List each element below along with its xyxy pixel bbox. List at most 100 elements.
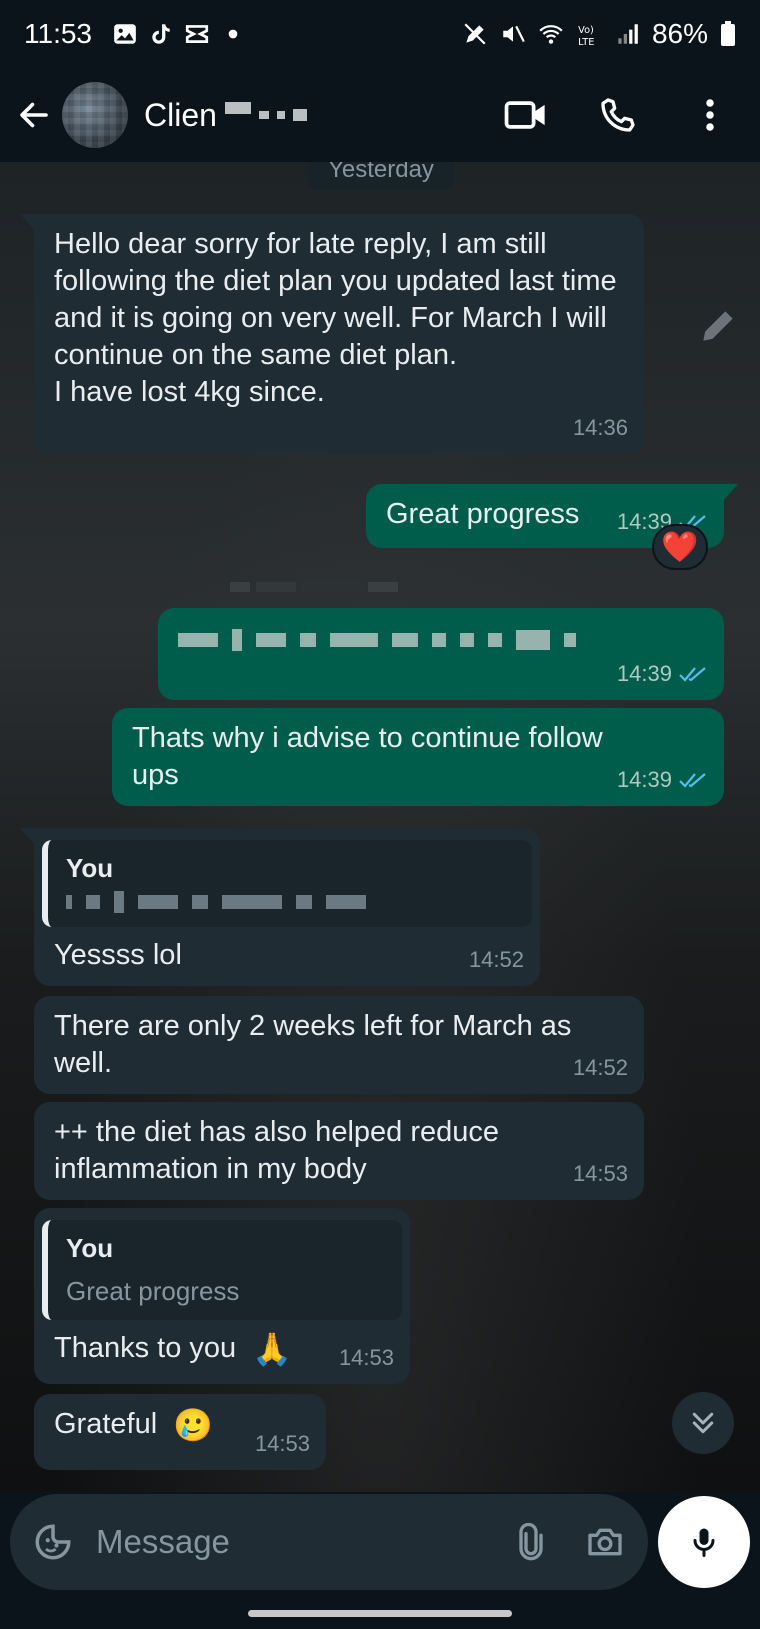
message-text: Thanks to you: [54, 1332, 237, 1364]
message-bubble-incoming[interactable]: You Yessss lol 14:52: [20, 828, 540, 986]
no-edit-icon: [464, 23, 486, 45]
redacted-block: [256, 633, 286, 647]
tiktok-icon: [152, 24, 170, 44]
redacted-text: [178, 620, 704, 660]
camera-button[interactable]: [582, 1519, 628, 1565]
svg-text:Vo): Vo): [578, 25, 594, 36]
chat-area[interactable]: Yesterday Hello dear sorry for late repl…: [0, 162, 760, 1492]
message-bubble-incoming[interactable]: Hello dear sorry for late reply, I am st…: [20, 214, 644, 454]
reaction-heart[interactable]: ❤️: [652, 524, 708, 570]
message-text: ++ the diet has also helped reduce infla…: [54, 1116, 499, 1185]
paperclip-icon: [519, 1522, 543, 1561]
redacted-name-block: [258, 111, 269, 119]
contact-name: Clien: [144, 96, 217, 133]
message-time: 14:39: [616, 661, 672, 686]
redacted-block: [564, 633, 576, 647]
double-check-icon: [679, 666, 706, 682]
quote-text: Great progress: [66, 1276, 240, 1306]
more-vertical-icon: [706, 99, 714, 131]
message-meta: 14:39: [617, 761, 708, 798]
redacted-block: [326, 895, 366, 909]
folded-hands-icon: 🙏: [252, 1330, 293, 1367]
pencil-icon: [703, 311, 733, 341]
battery-icon: [721, 21, 735, 46]
redacted-block: [300, 633, 316, 647]
redacted-block: [192, 895, 208, 909]
voice-call-button[interactable]: [596, 93, 640, 137]
home-gesture-pill[interactable]: [248, 1610, 512, 1617]
redacted-block: [302, 582, 362, 592]
emoji-button[interactable]: [30, 1519, 76, 1565]
redacted-block: [516, 630, 550, 650]
double-check-icon: [679, 772, 706, 788]
svg-text:LTE: LTE: [578, 37, 594, 47]
redacted-block: [138, 895, 178, 909]
redacted-block: [460, 633, 474, 647]
camera-icon: [588, 1528, 622, 1556]
message-meta: 14:39: [617, 655, 708, 692]
double-chevron-down-icon: [692, 1412, 714, 1434]
signal-icon: [618, 24, 638, 44]
message-time: 14:52: [468, 947, 524, 972]
edit-button[interactable]: [694, 302, 742, 350]
more-options-button[interactable]: [688, 93, 732, 137]
phone-icon: [601, 98, 635, 132]
quote-author: You: [66, 1233, 114, 1263]
message-text: Thats why i advise to continue follow up…: [132, 722, 603, 791]
redacted-block: [368, 582, 398, 592]
date-chip: Yesterday: [308, 162, 454, 190]
voice-record-button[interactable]: [658, 1496, 750, 1588]
back-button[interactable]: [14, 95, 54, 135]
quoted-reply[interactable]: You: [42, 840, 532, 927]
scroll-to-bottom-button[interactable]: [672, 1392, 734, 1454]
contact-name-area[interactable]: Clien: [144, 97, 307, 134]
message-meta: 14:52: [469, 941, 524, 978]
message-time: 14:36: [572, 415, 628, 440]
mute-icon: [503, 25, 525, 43]
message-bubble-incoming[interactable]: There are only 2 weeks left for March as…: [34, 996, 644, 1094]
video-call-button[interactable]: [504, 93, 548, 137]
video-camera-icon: [504, 101, 545, 129]
message-text: There are only 2 weeks left for March as…: [54, 1010, 572, 1079]
message-text: Yessss lol: [54, 939, 182, 971]
redacted-block: [66, 895, 72, 909]
redacted-block: [178, 633, 218, 647]
redacted-block: [230, 582, 250, 592]
redacted-name-block: [276, 111, 285, 119]
message-time: 14:39: [616, 767, 672, 792]
message-time: 14:53: [254, 1431, 310, 1456]
message-meta: 14:53: [339, 1339, 394, 1376]
message-meta: 14:53: [573, 1155, 628, 1192]
redacted-block: [330, 633, 378, 647]
message-time: 14:52: [572, 1055, 628, 1080]
redacted-block: [488, 633, 502, 647]
redacted-strip: [230, 582, 630, 592]
message-bubble-incoming[interactable]: You Great progress Thanks to you 🙏 14:53: [34, 1208, 410, 1384]
attach-button[interactable]: [508, 1519, 554, 1565]
message-bubble-outgoing[interactable]: 14:39: [158, 608, 724, 700]
redacted-block: [222, 895, 282, 909]
avatar[interactable]: [62, 82, 128, 148]
quoted-reply[interactable]: You Great progress: [42, 1220, 402, 1320]
message-time: 14:53: [572, 1161, 628, 1186]
message-text: Hello dear sorry for late reply, I am st…: [54, 228, 617, 408]
dot-icon: [228, 29, 238, 39]
message-bubble-outgoing[interactable]: Thats why i advise to continue follow up…: [112, 708, 724, 806]
battery-percent: 86%: [651, 18, 708, 49]
message-bubble-incoming[interactable]: Grateful 🥲 14:53: [34, 1394, 326, 1470]
message-input-bar: Message: [10, 1494, 648, 1590]
message-input[interactable]: Message: [96, 1523, 480, 1561]
redacted-block: [432, 633, 446, 647]
system-nav-bar: [0, 1592, 760, 1629]
redacted-block: [392, 633, 418, 647]
message-bubble-incoming[interactable]: ++ the diet has also helped reduce infla…: [34, 1102, 644, 1200]
wifi-icon: [539, 25, 563, 44]
status-bar: 11:53 Vo) LTE 86%: [0, 0, 760, 68]
sticker-smiley-icon: [35, 1524, 71, 1560]
volte-icon: Vo)LTE: [578, 25, 594, 47]
status-time: 11:53: [24, 18, 92, 49]
quote-redacted-text: [66, 887, 514, 917]
quote-author: You: [66, 853, 114, 883]
redacted-name-block: [224, 102, 251, 114]
microphone-icon: [693, 1528, 715, 1557]
